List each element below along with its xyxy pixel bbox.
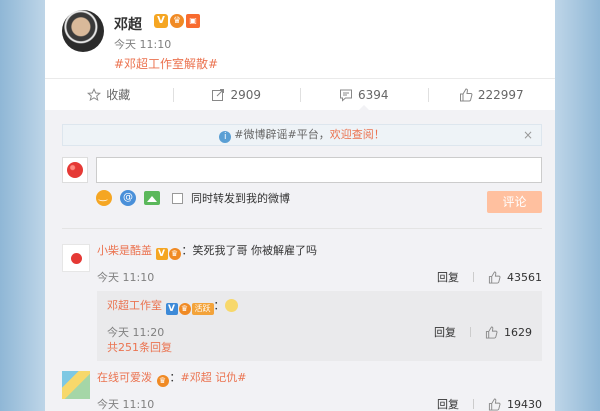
like-button[interactable]: 222997 <box>427 79 556 110</box>
mention-icon[interactable]: @ <box>120 190 136 206</box>
share-icon <box>211 88 225 102</box>
nested-reply: 邓超工作室 V ♛ 活跃： 今天 11:20 回复 1629 共251条回复 <box>97 291 542 361</box>
thumb-up-icon <box>459 87 473 102</box>
comment-meta: 今天 11:10 回复 19430 <box>97 396 542 411</box>
close-icon[interactable]: × <box>523 125 533 145</box>
comment-button[interactable]: 6394 <box>300 79 428 110</box>
composer-tools: @ 同时转发到我的微博 <box>96 190 290 206</box>
repost-checkbox[interactable] <box>172 192 183 204</box>
info-icon: i <box>219 131 232 143</box>
verified-icon: V <box>154 14 168 28</box>
comment-text: ： <box>169 371 181 384</box>
author-avatar[interactable] <box>62 10 104 52</box>
reply-button[interactable]: 回复 <box>437 396 459 411</box>
reply-button[interactable]: 回复 <box>437 269 459 285</box>
commenter-name[interactable]: 在线可爱泼 <box>97 371 152 384</box>
author-name[interactable]: 邓超 <box>114 14 142 34</box>
active-tag-badge: 活跃 <box>191 303 214 315</box>
my-avatar[interactable] <box>62 157 88 183</box>
comment-topic-link[interactable]: #邓超 记仇# <box>181 371 247 384</box>
emoji-icon[interactable] <box>96 190 112 206</box>
post-topic-link[interactable]: #邓超工作室解散# <box>114 55 218 72</box>
like-count: 222997 <box>477 87 524 102</box>
comment-line: 小柴是酷盖 V ♛ ：笑死我了哥 你被解雇了吗 <box>97 244 542 260</box>
comment-time: 今天 11:10 <box>97 271 155 284</box>
vip-crown-icon[interactable]: ♛ <box>178 303 191 315</box>
comment-item: 在线可爱泼 ♛ ：#邓超 记仇# 今天 11:10 回复 19430 <box>62 371 542 411</box>
reply-line: 邓超工作室 V ♛ 活跃： <box>107 299 532 315</box>
verified-icon: V <box>165 303 178 315</box>
comment-line: 在线可爱泼 ♛ ：#邓超 记仇# <box>97 371 542 387</box>
star-icon <box>87 87 102 102</box>
comment-text: ：笑死我了哥 你被解雇了吗 <box>181 244 318 257</box>
comment-time: 今天 11:10 <box>97 398 155 411</box>
reply-like-count: 1629 <box>504 325 532 339</box>
repost-count: 2909 <box>230 87 262 102</box>
comment-meta: 今天 11:10 回复 43561 <box>97 269 542 285</box>
post-time[interactable]: 今天 11:10 <box>114 36 171 52</box>
notice-text: #微博辟谣#平台， <box>234 128 330 141</box>
favorite-label: 收藏 <box>106 88 131 102</box>
emoji-face-icon <box>224 299 238 312</box>
reply-button[interactable]: 回复 <box>434 324 456 340</box>
comment-item: 小柴是酷盖 V ♛ ：笑死我了哥 你被解雇了吗 今天 11:10 回复 43561 <box>62 244 542 362</box>
comment-like-count: 43561 <box>507 270 542 284</box>
commenter-name[interactable]: 小柴是酷盖 <box>97 244 152 257</box>
divider <box>473 399 474 409</box>
favorite-button[interactable]: 收藏 <box>45 79 173 110</box>
reply-text: ： <box>213 299 225 312</box>
vip-crown-icon[interactable]: ♛ <box>170 14 184 28</box>
post-action-bar: 收藏 2909 6394 222997 <box>45 78 555 110</box>
divider <box>473 272 474 282</box>
weibo-post-card: 邓超 V ♛ ▣ 今天 11:10 #邓超工作室解散# 收藏 2909 6394 <box>45 0 555 411</box>
comment-like-count: 19430 <box>507 397 542 411</box>
post-header: 邓超 V ♛ ▣ 今天 11:10 #邓超工作室解散# <box>62 10 555 80</box>
comment-icon <box>339 88 353 102</box>
repost-button[interactable]: 2909 <box>172 79 301 110</box>
reply-time: 今天 11:20 <box>107 326 165 339</box>
repost-checkbox-label[interactable]: 同时转发到我的微博 <box>191 190 290 206</box>
thumb-up-icon[interactable] <box>488 397 501 411</box>
level-badge-icon[interactable]: ▣ <box>186 14 200 28</box>
thumb-up-icon[interactable] <box>485 325 498 339</box>
commenter-avatar[interactable] <box>62 244 90 272</box>
vip-crown-icon[interactable]: ♛ <box>156 375 169 387</box>
comment-count: 6394 <box>357 87 389 102</box>
thumb-up-icon[interactable] <box>488 270 501 284</box>
divider <box>470 327 471 337</box>
notice-link[interactable]: 欢迎查阅！ <box>330 128 385 141</box>
replier-name[interactable]: 邓超工作室 <box>107 299 162 312</box>
commenter-avatar[interactable] <box>62 371 90 399</box>
divider <box>62 228 542 229</box>
submit-comment-button[interactable]: 评论 <box>487 191 542 213</box>
reply-meta: 今天 11:20 回复 1629 <box>107 324 532 340</box>
vip-crown-icon[interactable]: ♛ <box>168 248 181 260</box>
image-icon[interactable] <box>144 191 160 205</box>
comment-input[interactable] <box>96 157 542 183</box>
verified-icon: V <box>155 248 168 260</box>
view-all-replies-link[interactable]: 共251条回复 <box>107 339 172 355</box>
author-badges: V ♛ ▣ <box>154 14 200 28</box>
comment-panel: i#微博辟谣#平台，欢迎查阅！ × @ 同时转发到我的微博 评论 小柴是酷盖 V… <box>45 110 555 411</box>
rumor-notice-bar: i #微博辟谣#平台，欢迎查阅！ × <box>62 124 542 146</box>
